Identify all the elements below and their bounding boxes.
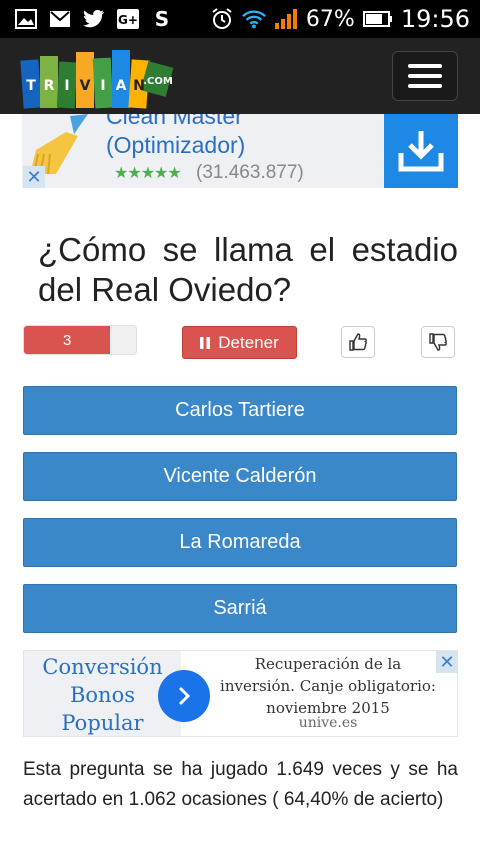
question-stats: Esta pregunta se ha jugado 1.649 veces y… — [23, 759, 458, 810]
svg-text:A: A — [116, 78, 127, 94]
svg-text:.COM: .COM — [143, 76, 173, 87]
svg-text:R: R — [44, 78, 55, 94]
ad-open-button[interactable] — [158, 670, 210, 722]
menu-bar-icon — [408, 64, 442, 68]
answer-button[interactable]: Sarriá — [23, 584, 457, 633]
gallery-icon — [14, 8, 38, 30]
pause-icon — [200, 336, 211, 349]
signal-icon — [274, 8, 298, 30]
ad-brand-line: Popular — [61, 711, 144, 735]
svg-text:I: I — [100, 78, 105, 94]
answer-button[interactable]: Carlos Tartiere — [23, 386, 457, 435]
ad-domain: unive.es — [298, 715, 358, 731]
download-icon — [398, 131, 444, 172]
timer-fill: 3 — [24, 326, 111, 354]
clock: 19:56 — [400, 5, 470, 33]
menu-bar-icon — [408, 74, 442, 78]
thumbs-up-icon — [349, 333, 367, 351]
ad-banner-bottom[interactable]: Conversión Bonos Popular Recuperación de… — [23, 650, 458, 737]
timer-bar: 3 — [23, 325, 137, 355]
download-button[interactable] — [384, 114, 458, 188]
trivianet-logo[interactable]: T R I V I A N .COM — [20, 42, 175, 110]
svg-text:T: T — [26, 78, 36, 94]
like-button[interactable] — [341, 326, 375, 358]
question-text: ¿Cómo se llama el estadio del Real Ovied… — [38, 231, 458, 308]
svg-text:V: V — [80, 78, 91, 94]
chevron-right-icon — [178, 686, 191, 706]
ad-banner-top[interactable]: Clean Master (Optimizador) ★★★★★ (31.463… — [22, 114, 458, 188]
google-plus-icon: G+ — [116, 8, 140, 30]
app-s-icon: S — [150, 8, 174, 30]
battery-icon — [362, 8, 393, 30]
twitter-icon — [82, 8, 106, 30]
mail-icon — [48, 8, 72, 30]
battery-percent: 67% — [305, 6, 355, 32]
answer-button[interactable]: Vicente Calderón — [23, 452, 457, 501]
ad-body-text: Recuperación de la inversión. Canje obli… — [220, 655, 436, 717]
alarm-icon — [210, 8, 234, 30]
ad-brand-line: Conversión — [42, 655, 163, 679]
svg-text:S: S — [155, 9, 169, 29]
app-header: T R I V I A N .COM — [0, 38, 480, 114]
thumbs-down-icon — [429, 333, 447, 351]
dislike-button[interactable] — [421, 326, 455, 358]
svg-text:G+: G+ — [118, 13, 138, 27]
stop-button[interactable]: Detener — [182, 326, 297, 359]
rating-count: (31.463.877) — [196, 162, 304, 183]
status-bar: G+ S 67% 19:56 — [0, 0, 480, 38]
ad-close-icon[interactable]: ✕ — [436, 651, 458, 673]
svg-text:I: I — [64, 78, 69, 94]
ad-close-icon[interactable]: ✕ — [23, 166, 45, 188]
stop-button-label: Detener — [218, 332, 279, 352]
answer-button[interactable]: La Romareda — [23, 518, 457, 567]
rating-stars: ★★★★★ — [114, 165, 182, 182]
wifi-icon — [242, 8, 266, 30]
menu-bar-icon — [408, 84, 442, 88]
hamburger-menu-button[interactable] — [392, 51, 458, 101]
ad-title[interactable]: Clean Master (Optimizador) — [106, 114, 386, 160]
